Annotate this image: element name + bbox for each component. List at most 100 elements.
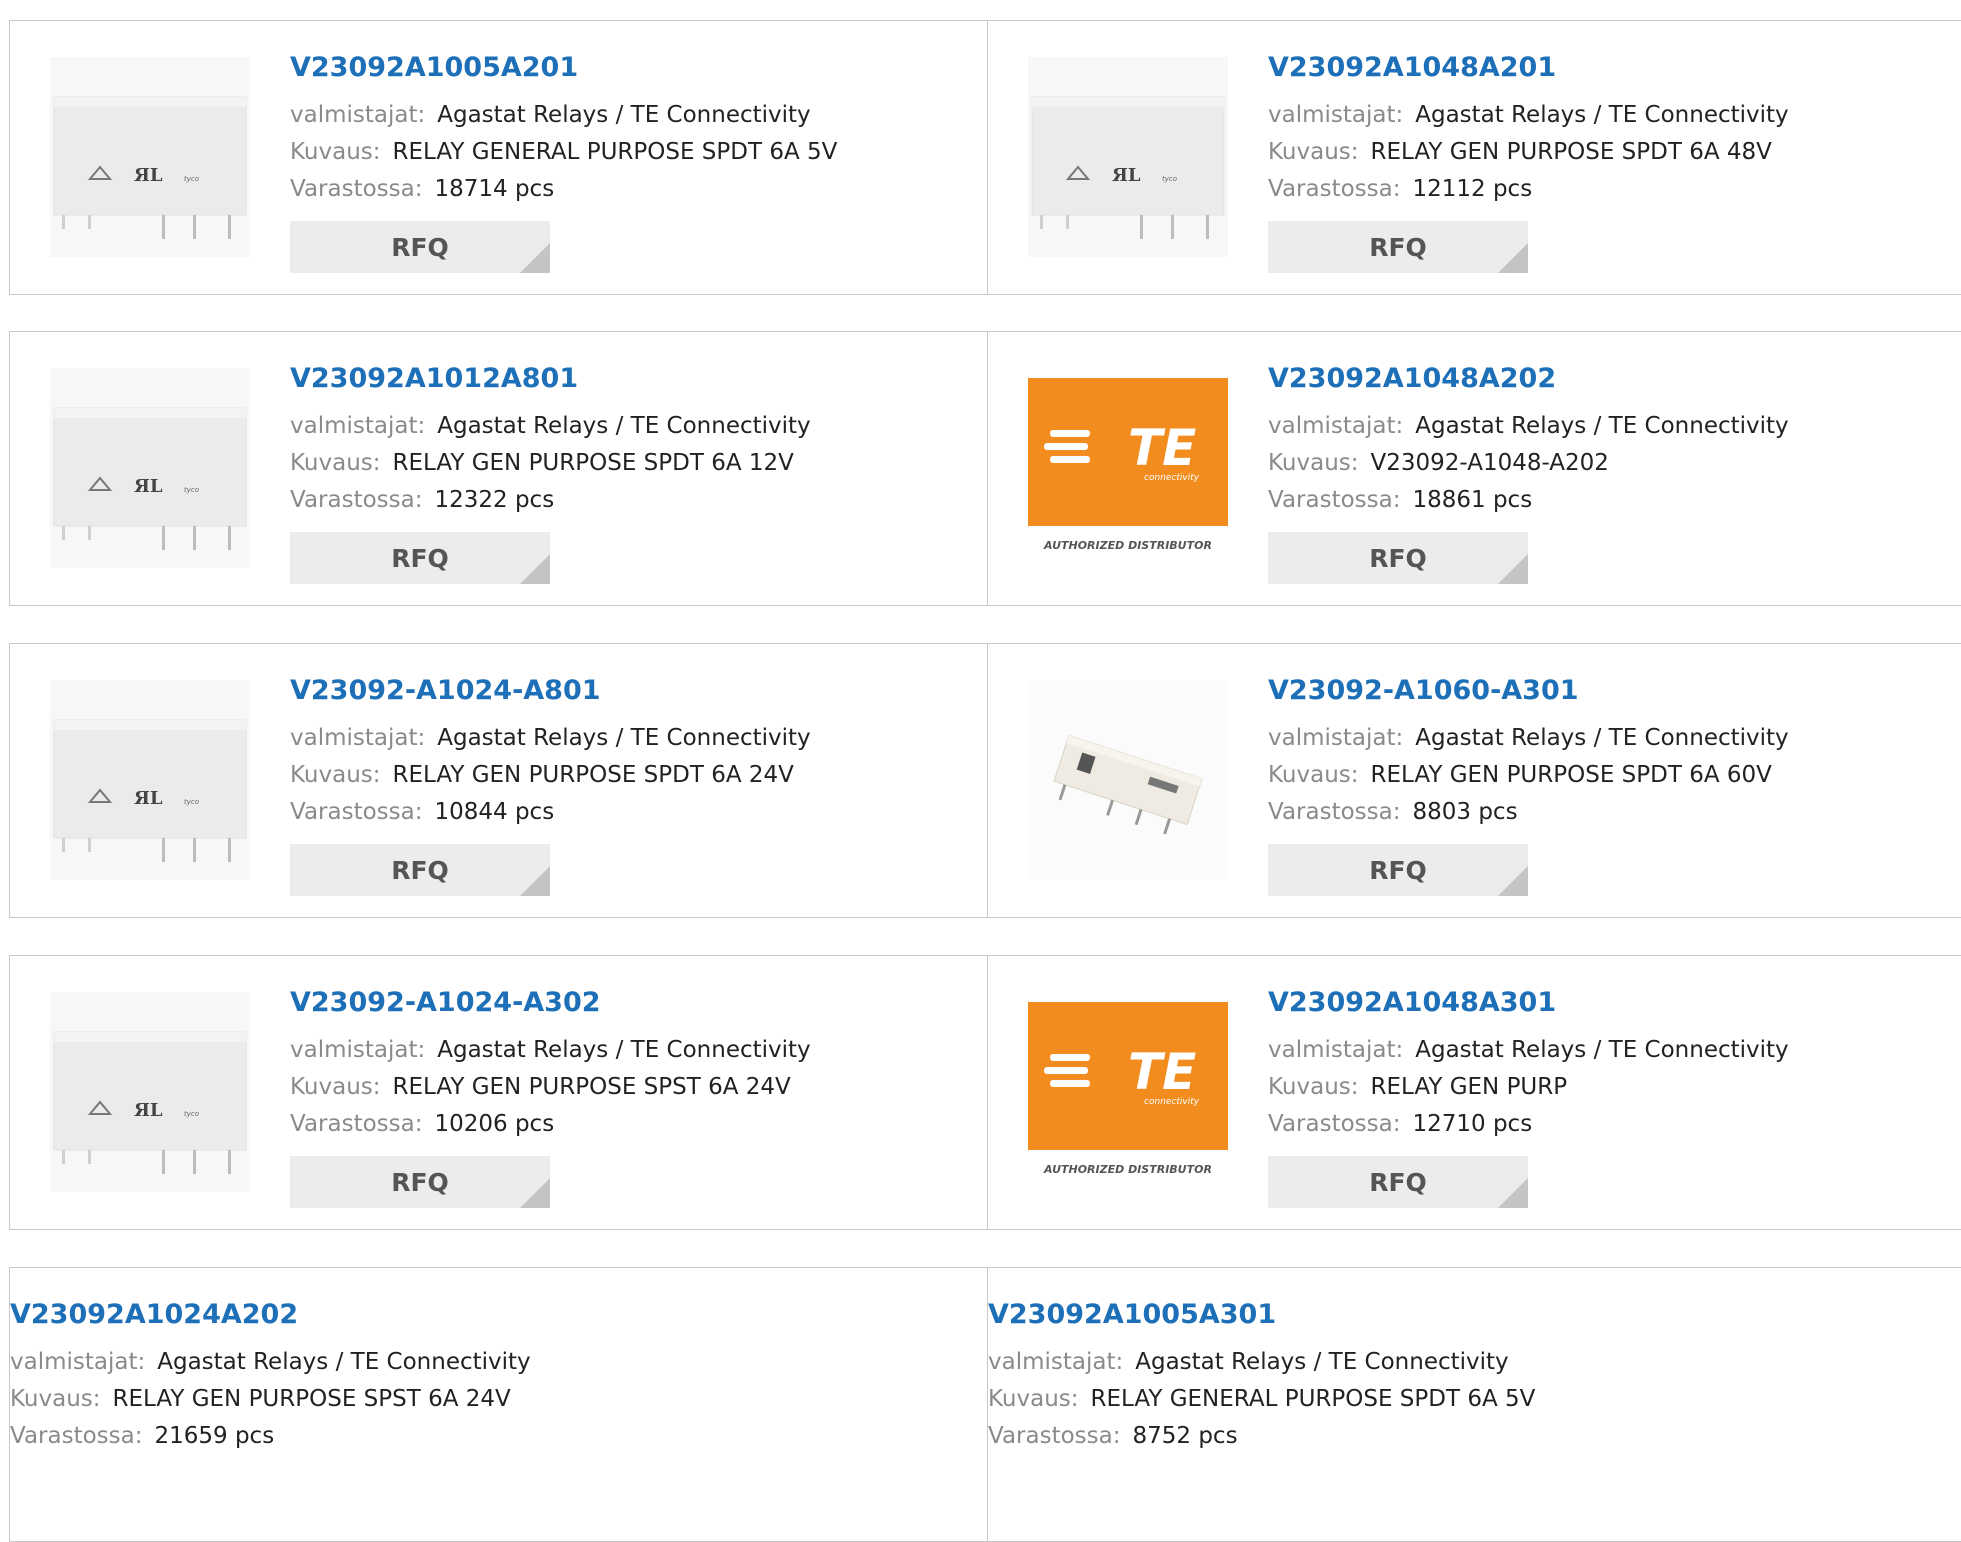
description-row: Kuvaus: RELAY GEN PURPOSE SPST 6A 24V xyxy=(290,1069,977,1106)
product-info: V23092A1048A202 valmistajat: Agastat Rela… xyxy=(1268,362,1956,519)
stock-value: 8803 pcs xyxy=(1412,799,1518,825)
relay-image: ЯL tyco xyxy=(1028,57,1228,257)
product-image[interactable]: ЯL tyco xyxy=(50,680,250,880)
description-value: RELAY GENERAL PURPOSE SPDT 6A 5V xyxy=(1090,1386,1536,1412)
description-label: Kuvaus: xyxy=(1268,450,1359,476)
product-part-link[interactable]: V23092-A1024-A302 xyxy=(290,986,977,1020)
rfq-button[interactable]: RFQ xyxy=(290,844,550,896)
rfq-label: RFQ xyxy=(391,855,449,885)
product-part-link[interactable]: V23092-A1024-A801 xyxy=(290,674,977,708)
description-value: RELAY GENERAL PURPOSE SPDT 6A 5V xyxy=(392,139,838,165)
stock-value: 10206 pcs xyxy=(434,1111,555,1137)
stock-label: Varastossa: xyxy=(1268,487,1401,513)
manufacturer-value: Agastat Relays / TE Connectivity xyxy=(437,102,811,128)
product-part-link[interactable]: V23092A1012A801 xyxy=(290,362,977,396)
product-card: TE connectivity AUTHORIZED DISTRIBUTOR V23… xyxy=(987,955,1961,1230)
description-label: Kuvaus: xyxy=(290,450,381,476)
product-part-link[interactable]: V23092A1024A202 xyxy=(10,1298,977,1332)
product-info: V23092A1048A301 valmistajat: Agastat Rela… xyxy=(1268,986,1956,1143)
product-part-link[interactable]: V23092-A1060-A301 xyxy=(1268,674,1956,708)
description-label: Kuvaus: xyxy=(290,1074,381,1100)
description-row: Kuvaus: RELAY GENERAL PURPOSE SPDT 6A 5V xyxy=(290,134,977,171)
svg-text:tyco: tyco xyxy=(1162,175,1177,183)
stock-label: Varastossa: xyxy=(290,799,423,825)
product-image[interactable]: ЯL tyco xyxy=(50,992,250,1192)
corner-decoration xyxy=(1498,243,1528,273)
manufacturer-row: valmistajat: Agastat Relays / TE Connecti… xyxy=(1268,408,1956,445)
stock-row: Varastossa: 10206 pcs xyxy=(290,1106,977,1143)
svg-text:AUTHORIZED DISTRIBUTOR: AUTHORIZED DISTRIBUTOR xyxy=(1043,539,1212,552)
stock-row: Varastossa: 12710 pcs xyxy=(1268,1106,1956,1143)
description-value: RELAY GEN PURPOSE SPDT 6A 12V xyxy=(392,450,794,476)
product-info: V23092A1012A801 valmistajat: Agastat Rela… xyxy=(290,362,977,519)
svg-text:ЯL: ЯL xyxy=(1112,165,1141,186)
svg-text:AUTHORIZED DISTRIBUTOR: AUTHORIZED DISTRIBUTOR xyxy=(1043,1163,1212,1176)
stock-row: Varastossa: 10844 pcs xyxy=(290,794,977,831)
product-card: V23092-A1060-A301 valmistajat: Agastat Re… xyxy=(987,643,1961,918)
manufacturer-value: Agastat Relays / TE Connectivity xyxy=(1415,413,1789,439)
product-card: TE connectivity AUTHORIZED DISTRIBUTOR V23… xyxy=(987,331,1961,606)
rfq-label: RFQ xyxy=(391,1167,449,1197)
stock-row: Varastossa: 8803 pcs xyxy=(1268,794,1956,831)
rfq-label: RFQ xyxy=(1369,1167,1427,1197)
rfq-button[interactable]: RFQ xyxy=(1268,221,1528,273)
manufacturer-label: valmistajat: xyxy=(988,1349,1124,1375)
manufacturer-value: Agastat Relays / TE Connectivity xyxy=(1135,1349,1509,1375)
relay-image: ЯL tyco xyxy=(50,992,250,1192)
rfq-button[interactable]: RFQ xyxy=(290,532,550,584)
corner-decoration xyxy=(1498,554,1528,584)
description-row: Kuvaus: RELAY GENERAL PURPOSE SPDT 6A 5V xyxy=(988,1381,1956,1418)
product-part-link[interactable]: V23092A1048A301 xyxy=(1268,986,1956,1020)
svg-text:tyco: tyco xyxy=(184,175,199,183)
product-image[interactable]: ЯL tyco xyxy=(50,368,250,568)
product-part-link[interactable]: V23092A1048A201 xyxy=(1268,51,1956,85)
product-part-link[interactable]: V23092A1005A301 xyxy=(988,1298,1956,1332)
manufacturer-row: valmistajat: Agastat Relays / TE Connecti… xyxy=(290,97,977,134)
description-label: Kuvaus: xyxy=(1268,1074,1359,1100)
description-value: RELAY GEN PURPOSE SPST 6A 24V xyxy=(112,1386,511,1412)
stock-row: Varastossa: 12112 pcs xyxy=(1268,171,1956,208)
product-card: ЯL tyco V23092A1005A201 valmistajat: Agast… xyxy=(9,20,988,295)
stock-value: 10844 pcs xyxy=(434,799,555,825)
svg-text:TE: TE xyxy=(1128,1043,1196,1101)
stock-row: Varastossa: 18861 pcs xyxy=(1268,482,1956,519)
corner-decoration xyxy=(1498,866,1528,896)
rfq-button[interactable]: RFQ xyxy=(1268,532,1528,584)
rfq-button[interactable]: RFQ xyxy=(290,1156,550,1208)
description-value: RELAY GEN PURP xyxy=(1370,1074,1568,1100)
product-card: V23092A1005A301 valmistajat: Agastat Rela… xyxy=(987,1267,1961,1542)
description-label: Kuvaus: xyxy=(1268,762,1359,788)
product-card: ЯL tyco V23092-A1024-A801 valmistajat: Aga… xyxy=(9,643,988,918)
rfq-button[interactable]: RFQ xyxy=(1268,1156,1528,1208)
stock-label: Varastossa: xyxy=(1268,1111,1401,1137)
rfq-button[interactable]: RFQ xyxy=(290,221,550,273)
product-image[interactable] xyxy=(1028,680,1228,880)
product-part-link[interactable]: V23092A1048A202 xyxy=(1268,362,1956,396)
stock-label: Varastossa: xyxy=(988,1423,1121,1449)
product-image[interactable]: TE connectivity AUTHORIZED DISTRIBUTOR xyxy=(1028,368,1228,568)
product-info: V23092A1024A202 valmistajat: Agastat Rela… xyxy=(10,1298,977,1455)
relay-image: ЯL tyco xyxy=(50,57,250,257)
svg-text:connectivity: connectivity xyxy=(1144,1097,1200,1107)
svg-text:ЯL: ЯL xyxy=(134,788,163,809)
stock-label: Varastossa: xyxy=(1268,799,1401,825)
manufacturer-row: valmistajat: Agastat Relays / TE Connecti… xyxy=(290,720,977,757)
manufacturer-row: valmistajat: Agastat Relays / TE Connecti… xyxy=(1268,97,1956,134)
manufacturer-value: Agastat Relays / TE Connectivity xyxy=(1415,1037,1789,1063)
product-image[interactable]: TE connectivity AUTHORIZED DISTRIBUTOR xyxy=(1028,992,1228,1192)
svg-text:tyco: tyco xyxy=(184,798,199,806)
svg-text:tyco: tyco xyxy=(184,1110,199,1118)
manufacturer-value: Agastat Relays / TE Connectivity xyxy=(437,1037,811,1063)
product-info: V23092A1048A201 valmistajat: Agastat Rela… xyxy=(1268,51,1956,208)
relay-image: ЯL tyco xyxy=(50,368,250,568)
product-image[interactable]: ЯL tyco xyxy=(50,57,250,257)
product-card: ЯL tyco V23092A1048A201 valmistajat: Agast… xyxy=(987,20,1961,295)
product-image[interactable]: ЯL tyco xyxy=(1028,57,1228,257)
rfq-button[interactable]: RFQ xyxy=(1268,844,1528,896)
manufacturer-value: Agastat Relays / TE Connectivity xyxy=(437,413,811,439)
product-part-link[interactable]: V23092A1005A201 xyxy=(290,51,977,85)
description-row: Kuvaus: RELAY GEN PURPOSE SPDT 6A 60V xyxy=(1268,757,1956,794)
manufacturer-value: Agastat Relays / TE Connectivity xyxy=(157,1349,531,1375)
svg-text:ЯL: ЯL xyxy=(134,165,163,186)
product-card: ЯL tyco V23092A1012A801 valmistajat: Agast… xyxy=(9,331,988,606)
